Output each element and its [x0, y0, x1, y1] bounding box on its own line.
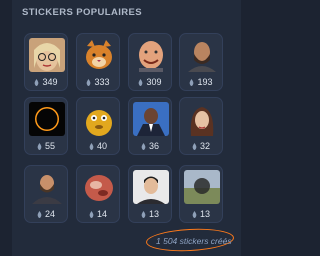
sticker-thumbnail — [81, 38, 117, 72]
flame-icon — [37, 142, 42, 150]
flame-icon — [141, 210, 146, 218]
usage-count: 193 — [180, 77, 222, 87]
flame-icon — [89, 142, 94, 150]
sticker-thumbnail — [29, 102, 65, 136]
usage-count-value: 13 — [199, 209, 210, 219]
sticker-card[interactable]: 333 — [76, 33, 120, 91]
section-title: STICKERS POPULAIRES — [22, 7, 143, 18]
usage-count: 40 — [77, 141, 119, 151]
usage-count: 13 — [180, 209, 222, 219]
usage-count-value: 55 — [44, 141, 55, 151]
sticker-thumbnail — [81, 102, 117, 136]
sticker-thumbnail — [184, 102, 220, 136]
sticker-thumbnail — [81, 170, 117, 204]
usage-count-value: 309 — [146, 77, 162, 87]
sticker-thumbnail — [133, 170, 169, 204]
usage-count: 14 — [77, 209, 119, 219]
usage-count-value: 24 — [44, 209, 55, 219]
sticker-card[interactable]: 13 — [179, 165, 223, 223]
flame-icon — [189, 78, 194, 86]
usage-count-value: 36 — [148, 141, 159, 151]
sticker-card[interactable]: 36 — [128, 97, 172, 155]
usage-count-value: 13 — [148, 209, 159, 219]
usage-count-value: 333 — [94, 77, 110, 87]
usage-count-value: 32 — [199, 141, 210, 151]
sticker-thumbnail — [29, 38, 65, 72]
flame-icon — [89, 210, 94, 218]
flame-icon — [192, 142, 197, 150]
flame-icon — [34, 78, 39, 86]
usage-count: 36 — [129, 141, 171, 151]
sticker-card[interactable]: 13 — [128, 165, 172, 223]
sticker-card[interactable]: 309 — [128, 33, 172, 91]
sticker-thumbnail — [29, 170, 65, 204]
sticker-card[interactable]: 40 — [76, 97, 120, 155]
usage-count-value: 193 — [197, 77, 213, 87]
flame-icon — [138, 78, 143, 86]
sticker-card[interactable]: 24 — [24, 165, 68, 223]
sticker-card[interactable]: 14 — [76, 165, 120, 223]
sticker-card[interactable]: 55 — [24, 97, 68, 155]
usage-count: 55 — [25, 141, 67, 151]
usage-count: 13 — [129, 209, 171, 219]
sticker-thumbnail — [184, 38, 220, 72]
sticker-card[interactable]: 349 — [24, 33, 68, 91]
flame-icon — [37, 210, 42, 218]
usage-count: 32 — [180, 141, 222, 151]
flame-icon — [192, 210, 197, 218]
usage-count: 309 — [129, 77, 171, 87]
usage-count: 349 — [25, 77, 67, 87]
sticker-thumbnail — [133, 38, 169, 72]
flame-icon — [86, 78, 91, 86]
usage-count-value: 14 — [96, 209, 107, 219]
sticker-card[interactable]: 32 — [179, 97, 223, 155]
sticker-card[interactable]: 193 — [179, 33, 223, 91]
stickers-created-count: 1 504 stickers créés — [156, 236, 232, 246]
usage-count: 24 — [25, 209, 67, 219]
usage-count-value: 40 — [96, 141, 107, 151]
sticker-thumbnail — [133, 102, 169, 136]
usage-count: 333 — [77, 77, 119, 87]
usage-count-value: 349 — [42, 77, 58, 87]
flame-icon — [141, 142, 146, 150]
sticker-thumbnail — [184, 170, 220, 204]
